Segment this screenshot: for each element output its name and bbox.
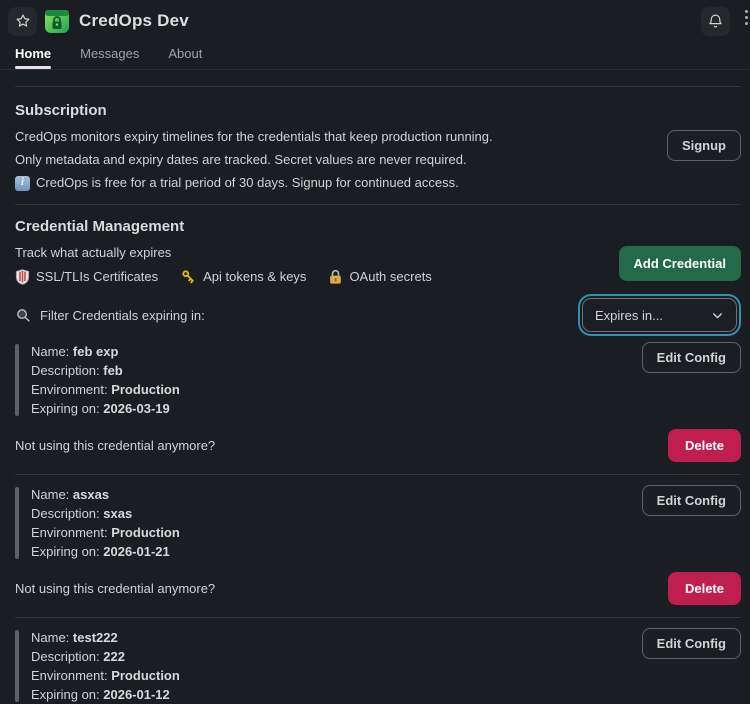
credential-environment: Production bbox=[111, 668, 180, 683]
bell-icon bbox=[707, 13, 724, 30]
divider bbox=[15, 617, 741, 618]
credential-expiry: 2026-01-21 bbox=[103, 544, 170, 559]
not-using-text: Not using this credential anymore? bbox=[15, 438, 215, 453]
app-icon bbox=[44, 8, 70, 34]
credential-description: feb bbox=[103, 363, 123, 378]
chevron-down-icon bbox=[711, 309, 724, 322]
more-options-icon[interactable] bbox=[745, 10, 748, 25]
credential-name: asxas bbox=[73, 487, 109, 502]
tab-messages[interactable]: Messages bbox=[80, 38, 139, 69]
notifications-button[interactable] bbox=[701, 7, 730, 36]
credential-name: test222 bbox=[73, 630, 118, 645]
subscription-line1: CredOps monitors expiry timelines for th… bbox=[15, 128, 493, 146]
credential-type-badges: SSL/TLIs Certificates Api tokens & keys … bbox=[15, 268, 432, 285]
badge-api-tokens: Api tokens & keys bbox=[180, 268, 306, 285]
badge-oauth-secrets: OAuth secrets bbox=[328, 269, 431, 285]
credential-environment: Production bbox=[111, 525, 180, 540]
credential-expiry: 2026-01-12 bbox=[103, 687, 170, 702]
credential-card-footer: Not using this credential anymore? Delet… bbox=[15, 429, 741, 462]
edit-config-button[interactable]: Edit Config bbox=[642, 628, 741, 659]
edit-config-button[interactable]: Edit Config bbox=[642, 342, 741, 373]
divider bbox=[15, 474, 741, 475]
star-button[interactable] bbox=[8, 7, 37, 36]
app-title: CredOps Dev bbox=[79, 11, 189, 31]
credential-name: feb exp bbox=[73, 344, 119, 359]
info-icon: i bbox=[15, 176, 30, 191]
delete-button[interactable]: Delete bbox=[668, 429, 741, 462]
credential-environment: Production bbox=[111, 382, 180, 397]
tab-about[interactable]: About bbox=[168, 38, 202, 69]
credential-card: Name: asxas Description: sxas Environmen… bbox=[15, 485, 741, 561]
expires-in-dropdown[interactable]: Expires in... bbox=[582, 298, 737, 332]
lock-icon bbox=[328, 269, 343, 285]
delete-button[interactable]: Delete bbox=[668, 572, 741, 605]
credential-management-heading: Credential Management bbox=[15, 218, 741, 235]
divider bbox=[15, 86, 741, 87]
credential-details: Name: test222 Description: 222 Environme… bbox=[15, 628, 180, 704]
credential-description: sxas bbox=[103, 506, 132, 521]
subscription-section: CredOps monitors expiry timelines for th… bbox=[15, 128, 741, 192]
credential-card-footer: Not using this credential anymore? Delet… bbox=[15, 572, 741, 605]
add-credential-button[interactable]: Add Credential bbox=[619, 246, 741, 281]
search-icon bbox=[15, 307, 32, 324]
dropdown-value: Expires in... bbox=[595, 308, 663, 323]
key-icon bbox=[180, 268, 197, 285]
tab-home[interactable]: Home bbox=[15, 38, 51, 69]
shield-icon bbox=[15, 269, 30, 285]
filter-label: Filter Credentials expiring in: bbox=[40, 308, 205, 323]
subscription-line3: CredOps is free for a trial period of 30… bbox=[36, 174, 459, 192]
credential-card: Name: feb exp Description: feb Environme… bbox=[15, 342, 741, 418]
filter-row: Filter Credentials expiring in: Expires … bbox=[15, 298, 741, 332]
subscription-heading: Subscription bbox=[15, 102, 741, 119]
credential-management-subtitle: Track what actually expires bbox=[15, 244, 432, 262]
credential-details: Name: feb exp Description: feb Environme… bbox=[15, 342, 180, 418]
credential-card: Name: test222 Description: 222 Environme… bbox=[15, 628, 741, 704]
not-using-text: Not using this credential anymore? bbox=[15, 581, 215, 596]
credential-details: Name: asxas Description: sxas Environmen… bbox=[15, 485, 180, 561]
edit-config-button[interactable]: Edit Config bbox=[642, 485, 741, 516]
tab-bar: Home Messages About bbox=[0, 38, 750, 70]
credential-management-section: Track what actually expires SSL/TLIs Cer… bbox=[15, 244, 741, 285]
app-header: CredOps Dev bbox=[0, 0, 750, 38]
badge-ssl-certificates: SSL/TLIs Certificates bbox=[15, 269, 158, 285]
divider bbox=[15, 204, 741, 205]
credential-expiry: 2026-03-19 bbox=[103, 401, 170, 416]
star-icon bbox=[15, 13, 31, 29]
home-content: Subscription CredOps monitors expiry tim… bbox=[0, 86, 750, 704]
subscription-line2: Only metadata and expiry dates are track… bbox=[15, 151, 493, 169]
signup-button[interactable]: Signup bbox=[667, 130, 741, 161]
